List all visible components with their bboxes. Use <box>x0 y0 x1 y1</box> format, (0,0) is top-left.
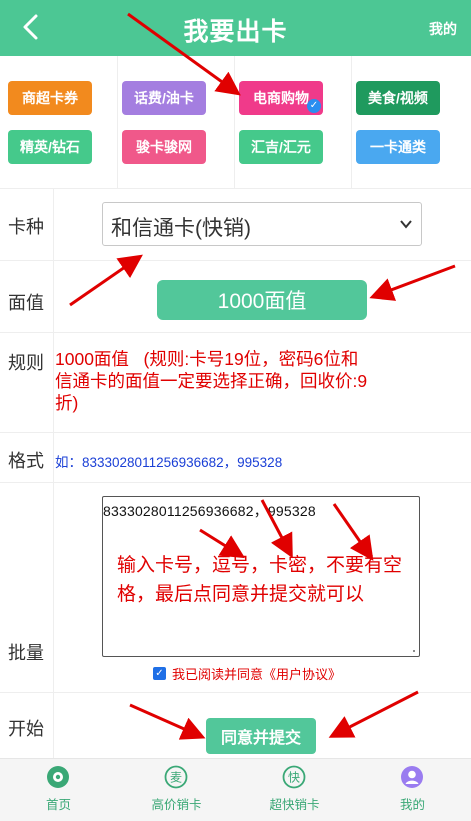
category-label: 精英/钻石 <box>20 139 80 155</box>
agree-checkbox-row[interactable]: ✓ 我已阅读并同意《用户协议》 <box>153 664 341 683</box>
grid-divider <box>234 56 235 188</box>
svg-text:麦: 麦 <box>170 771 182 785</box>
profile-icon <box>401 766 423 788</box>
tab-home[interactable]: 首页 <box>0 759 117 821</box>
page-title: 我要出卡 <box>183 18 288 46</box>
card-type-label: 卡种 <box>8 217 44 237</box>
tab-label: 我的 <box>399 798 425 812</box>
tab-high-price-sell[interactable]: 麦 高价销卡 <box>118 759 235 821</box>
selected-check-icon: ✓ <box>307 99 321 113</box>
header-mine-link[interactable]: 我的 <box>429 19 457 39</box>
category-grid: 商超卡券 话费/油卡 电商购物 ✓ 美食/视频 精英/钻石 骏卡骏网 汇吉/汇元… <box>0 56 471 188</box>
bottom-tab-bar: 首页 麦 高价销卡 快 超快销卡 我的 <box>0 758 471 821</box>
category-label: 汇吉/汇元 <box>251 139 311 155</box>
batch-input-value: 8333028011256936682，995328 <box>103 503 316 519</box>
grid-divider <box>351 56 352 188</box>
home-icon <box>47 766 69 788</box>
card-type-select[interactable]: 和信通卡(快销) <box>102 202 422 246</box>
tab-mine[interactable]: 我的 <box>354 759 471 821</box>
category-label: 骏卡骏网 <box>136 139 192 155</box>
face-value-label: 面值 <box>8 293 44 313</box>
tab-label: 首页 <box>45 798 71 812</box>
category-button-huiji[interactable]: 汇吉/汇元 <box>239 130 323 164</box>
card-type-value: 和信通卡(快销) <box>111 217 251 240</box>
tab-fast-sell[interactable]: 快 超快销卡 <box>236 759 353 821</box>
category-label: 美食/视频 <box>368 90 428 106</box>
batch-label: 批量 <box>8 643 44 663</box>
batch-input[interactable]: 8333028011256936682，995328 输入卡号，逗号，卡密，不要… <box>102 496 420 657</box>
format-example: 如：8333028011256936682，995328 <box>55 455 283 470</box>
format-label: 格式 <box>8 451 44 471</box>
tab-label: 高价销卡 <box>151 798 202 812</box>
category-button-yikatong[interactable]: 一卡通类 <box>356 130 440 164</box>
fast-icon: 快 <box>282 765 306 789</box>
category-label: 话费/油卡 <box>134 90 194 106</box>
face-value-button[interactable]: 1000面值 <box>157 280 367 320</box>
submit-button[interactable]: 同意并提交 <box>206 718 316 754</box>
category-button-jingying[interactable]: 精英/钻石 <box>8 130 92 164</box>
batch-annotation-text: 输入卡号，逗号，卡密，不要有空格，最后点同意并提交就可以 <box>117 555 403 605</box>
app-header: 我要出卡 我的 <box>0 0 471 56</box>
start-label: 开始 <box>8 719 44 739</box>
category-button-meishi[interactable]: 美食/视频 <box>356 81 440 115</box>
category-button-dianshang[interactable]: 电商购物 ✓ <box>239 81 323 115</box>
grid-divider <box>117 56 118 188</box>
checkbox-checked-icon[interactable]: ✓ <box>153 667 166 680</box>
agree-text: 我已阅读并同意《用户协议》 <box>172 667 342 682</box>
rule-text: 1000面值 (规则:卡号19位，密码6位和信通卡的面值一定要选择正确，回收价:… <box>55 349 368 413</box>
svg-text:快: 快 <box>288 771 300 785</box>
chevron-down-icon <box>400 220 412 229</box>
rule-label: 规则 <box>8 353 44 373</box>
category-button-junka[interactable]: 骏卡骏网 <box>122 130 206 164</box>
category-label: 电商购物 <box>253 90 309 106</box>
category-label: 商超卡券 <box>22 90 78 106</box>
resize-grip-icon[interactable] <box>411 648 417 654</box>
category-label: 一卡通类 <box>370 139 426 155</box>
sell-icon: 麦 <box>164 765 188 789</box>
tab-label: 超快销卡 <box>269 798 320 812</box>
category-button-shangchao[interactable]: 商超卡券 <box>8 81 92 115</box>
category-button-huafei[interactable]: 话费/油卡 <box>122 81 206 115</box>
